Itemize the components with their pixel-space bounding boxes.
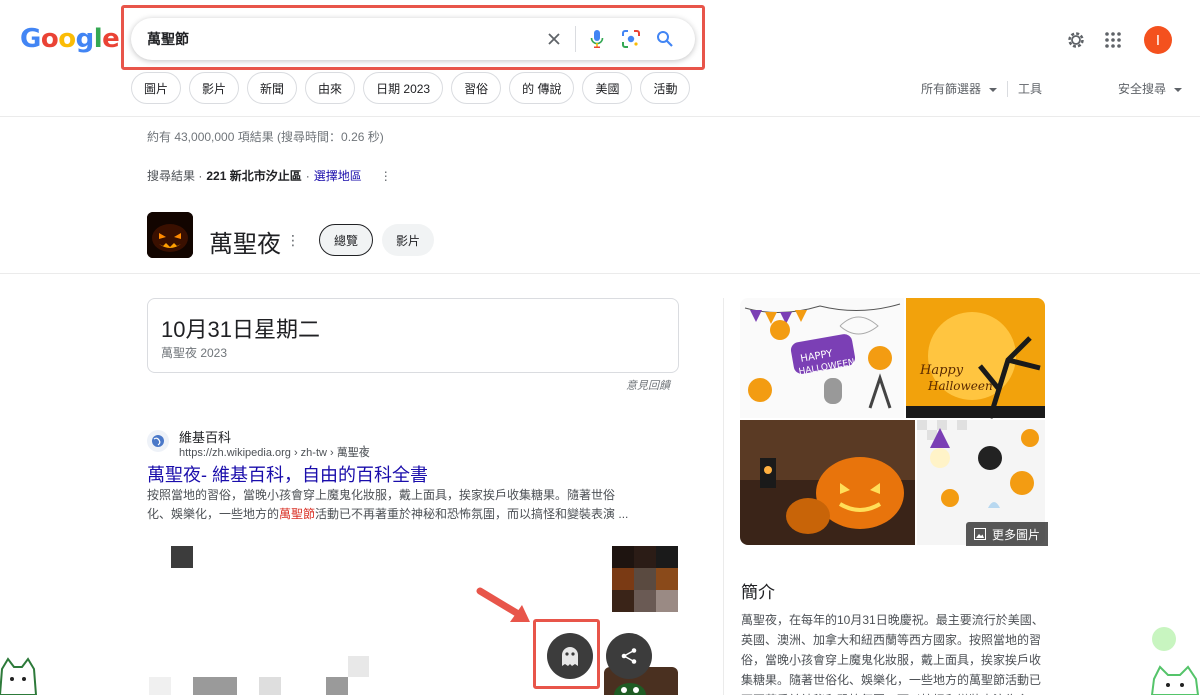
svg-text:Halloween: Halloween <box>927 379 993 393</box>
halloween-images: HAPPY HALLOWEEN Happy Halloween <box>740 298 1045 545</box>
chip-images[interactable]: 圖片 <box>131 72 182 104</box>
logo-letter: e <box>102 24 120 54</box>
ghost-icon <box>562 647 578 666</box>
more-vert-icon[interactable]: ⋮ <box>380 169 392 183</box>
all-filters-button[interactable]: 所有篩選器 <box>921 80 997 97</box>
share-icon <box>621 648 637 664</box>
globe-icon <box>152 435 164 447</box>
safe-search-button[interactable]: 安全搜尋 <box>1118 80 1182 97</box>
apps-grid-icon[interactable] <box>1104 31 1122 49</box>
logo-letter: G <box>20 24 41 54</box>
header-divider <box>0 116 1200 117</box>
location-line: 搜尋結果 · 221 新北市汐止區 · 選擇地區 ⋮ <box>147 167 392 184</box>
jack-o-lantern-image <box>147 212 193 258</box>
google-logo[interactable]: Google <box>20 24 120 54</box>
camera-lens-icon <box>622 30 640 48</box>
search-bar[interactable] <box>131 18 695 60</box>
more-images-label: 更多圖片 <box>992 527 1041 542</box>
choose-region-link[interactable]: 選擇地區 <box>314 167 362 184</box>
result-title-link[interactable]: 萬聖夜- 維基百科，自由的百科全書 <box>147 461 428 487</box>
result-url[interactable]: https://zh.wikipedia.org › zh-tw › 萬聖夜 <box>179 444 370 460</box>
pixel-block <box>193 677 237 695</box>
wikipedia-favicon <box>147 430 169 452</box>
column-divider <box>723 298 724 695</box>
chip-origin[interactable]: 由來 <box>305 72 356 104</box>
result-stats: 約有 43,000,000 項結果 (搜尋時間：0.26 秒) <box>147 130 384 144</box>
location-separator: · <box>305 168 310 183</box>
logo-letter: o <box>40 24 59 54</box>
filter-chips: 圖片 影片 新聞 由來 日期 2023 習俗 的 傳說 美國 活動 <box>131 72 691 104</box>
search-icon <box>657 31 673 47</box>
decorative-bubble <box>1152 627 1176 651</box>
cat-sticker-icon <box>1150 665 1200 695</box>
tab-overview[interactable]: 總覽 <box>319 224 374 256</box>
chip-legend[interactable]: 的 傳說 <box>509 72 575 104</box>
chip-usa[interactable]: 美國 <box>582 72 633 104</box>
date-answer: 10月31日星期二 <box>161 317 320 342</box>
clear-button[interactable] <box>537 22 571 56</box>
pixel-block <box>326 677 348 695</box>
logo-letter: o <box>58 24 76 54</box>
entity-title: 萬聖夜 <box>209 231 281 258</box>
lens-search-button[interactable] <box>614 22 648 56</box>
tools-button[interactable]: 工具 <box>1018 80 1042 97</box>
entity-divider <box>0 273 1200 274</box>
search-divider <box>575 26 576 52</box>
caret-down-icon <box>988 87 997 92</box>
ghost-easter-egg-button[interactable] <box>547 633 593 679</box>
chip-activities[interactable]: 活動 <box>640 72 691 104</box>
pixel-block <box>171 546 193 568</box>
close-icon <box>548 33 560 45</box>
caret-down-icon <box>1174 87 1182 92</box>
pixel-block <box>348 656 369 677</box>
annotation-arrow-icon <box>476 587 530 622</box>
filters-divider <box>1006 80 1008 97</box>
voice-search-button[interactable] <box>580 22 614 56</box>
intro-text: 萬聖夜，在每年的10月31日晚慶祝。最主要流行於美國、英國、澳洲、加拿大和紐西蘭… <box>741 613 1044 695</box>
pixel-block <box>259 677 281 695</box>
search-submit-button[interactable] <box>648 22 682 56</box>
header-actions: I <box>1066 26 1172 54</box>
gear-icon[interactable] <box>1066 30 1086 50</box>
tab-videos[interactable]: 影片 <box>382 224 435 256</box>
intro-heading: 簡介 <box>741 583 775 602</box>
monster-sticker-icon <box>614 683 646 695</box>
feedback-link[interactable]: 意見回饋 <box>626 377 670 393</box>
more-vert-icon[interactable]: ⋮ <box>286 232 300 249</box>
chip-videos[interactable]: 影片 <box>189 72 240 104</box>
chip-news[interactable]: 新聞 <box>247 72 298 104</box>
cat-sticker-icon <box>0 657 38 695</box>
entity-thumbnail[interactable] <box>147 212 193 258</box>
logo-letter: g <box>75 24 95 54</box>
microphone-icon <box>590 30 604 48</box>
result-snippet: 按照當地的習俗，當晚小孩會穿上魔鬼化妝服，戴上面具，挨家挨戶收集糖果。隨著世俗化… <box>147 488 629 521</box>
image-icon <box>974 528 986 540</box>
knowledge-images-grid[interactable]: HAPPY HALLOWEEN Happy Halloween <box>740 298 1045 545</box>
more-vert-icon[interactable]: ⋮ <box>358 443 370 457</box>
location-place: 221 新北市汐止區 <box>206 169 302 183</box>
search-filters: 所有篩選器 工具 安全搜尋 <box>921 80 1182 97</box>
search-input[interactable] <box>147 31 537 47</box>
account-avatar[interactable]: I <box>1144 26 1172 54</box>
more-images-button[interactable]: 更多圖片 <box>966 522 1049 546</box>
date-answer-subtitle: 萬聖夜 2023 <box>161 346 228 360</box>
svg-text:Happy: Happy <box>919 363 964 378</box>
chip-date[interactable]: 日期 2023 <box>363 72 444 104</box>
logo-letter: l <box>93 24 103 54</box>
chip-customs[interactable]: 習俗 <box>451 72 502 104</box>
location-prefix: 搜尋結果 · <box>147 169 203 183</box>
share-button[interactable] <box>606 633 652 679</box>
pixelated-thumbnail <box>612 546 678 612</box>
pixel-block <box>149 677 171 695</box>
